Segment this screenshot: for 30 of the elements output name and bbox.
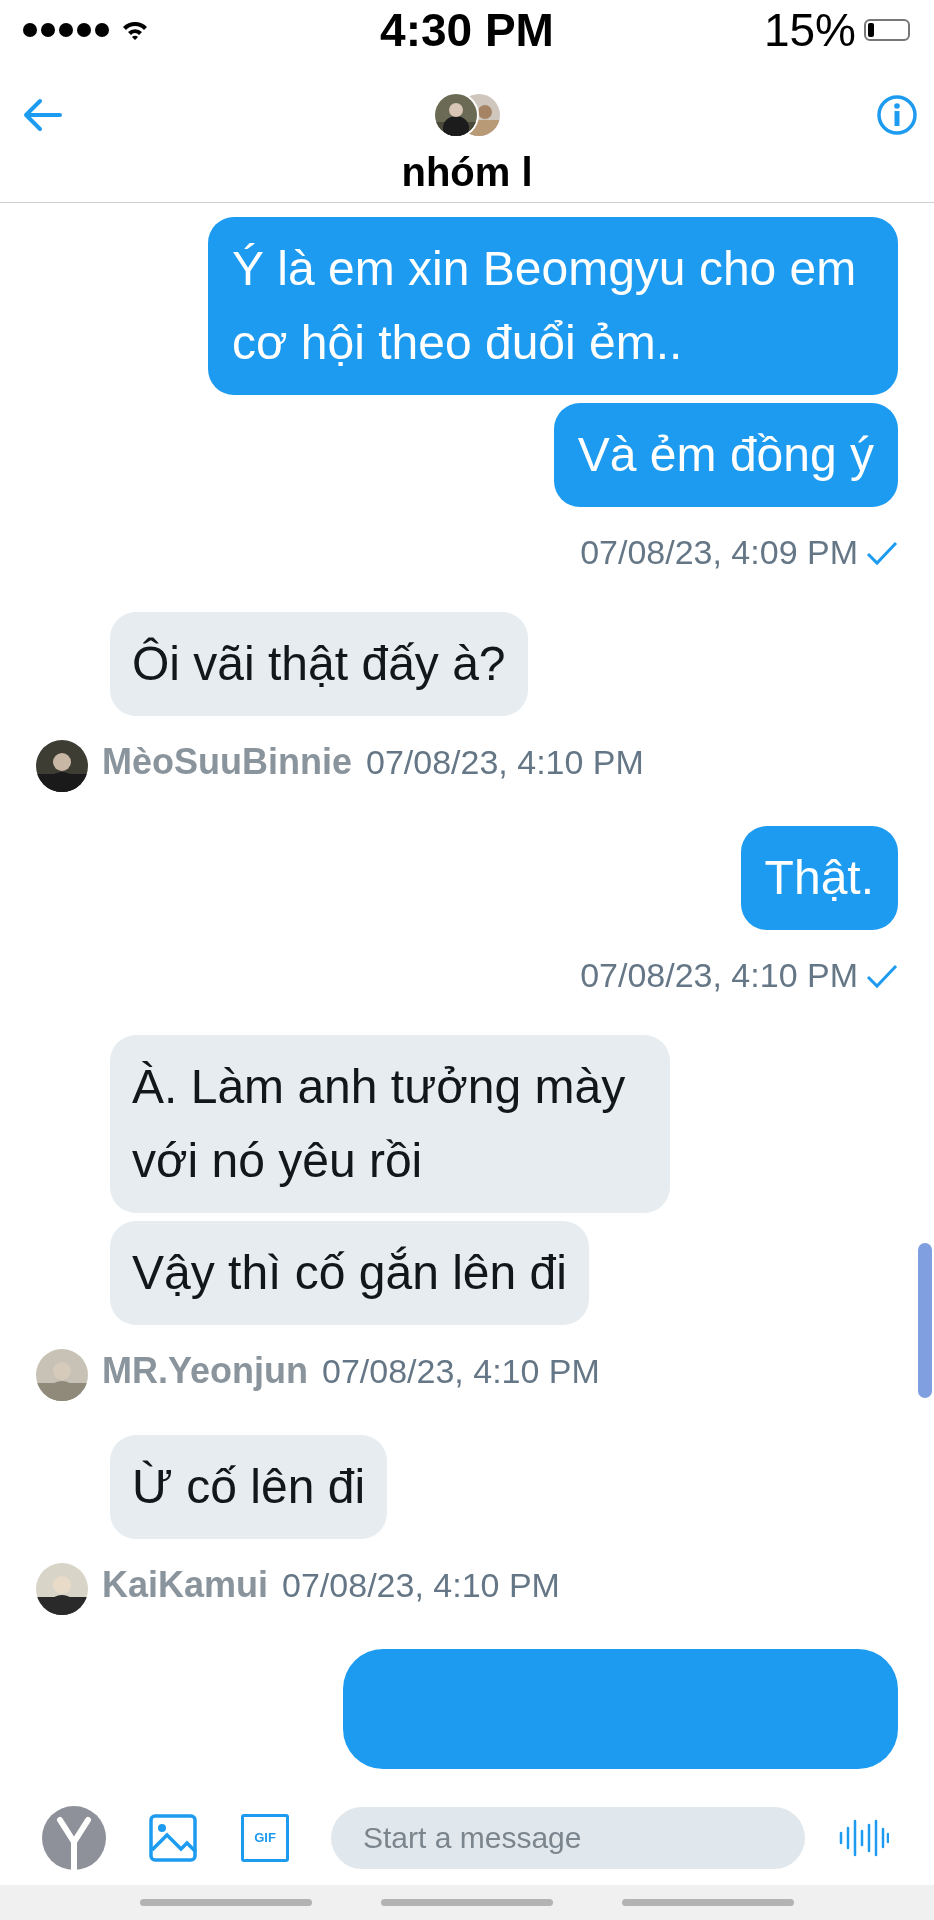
battery-percent: 15% [763, 2, 856, 58]
scrollbar[interactable] [918, 1243, 932, 1398]
status-time: 4:30 PM [380, 2, 554, 58]
message-time: 07/08/23, 4:09 PM [580, 532, 858, 573]
sender-name: MèoSuuBinnie [102, 740, 352, 784]
voice-icon[interactable] [839, 1818, 889, 1857]
message-input[interactable]: Start a message [331, 1806, 805, 1869]
check-icon [866, 962, 898, 989]
image-icon[interactable] [149, 1813, 197, 1862]
conversation-title: nhóm l [401, 149, 533, 196]
message-bubble: Ừ cố lên đi [110, 1435, 388, 1539]
gif-button[interactable]: GIF [241, 1813, 289, 1862]
message-bubble: Ý là em xin Beomgyu cho em cơ hội theo đuổi ẻm.. [208, 217, 898, 395]
message-bubble: Vậy thì cố gắn lên đi [110, 1221, 589, 1325]
message-time: 07/08/23, 4:10 PM [366, 742, 644, 783]
wifi-icon [122, 20, 148, 40]
message-bubble: Và ẻm đồng ý [553, 403, 898, 507]
back-icon[interactable] [22, 98, 62, 132]
info-icon[interactable] [876, 94, 918, 136]
profile-avatar-icon[interactable] [42, 1805, 106, 1870]
battery-icon [864, 18, 912, 42]
message-bubble: Ôi vãi thật đấy à? [110, 612, 528, 716]
check-icon [866, 539, 898, 566]
message-bubble: Thật. [740, 826, 898, 930]
sender-name: KaiKamui [102, 1563, 269, 1607]
message-time: 07/08/23, 4:10 PM [322, 1351, 600, 1392]
message-time: 07/08/23, 4:10 PM [282, 1565, 560, 1606]
sender-name: MR.Yeonjun [102, 1349, 308, 1393]
message-bubble: À. Làm anh tưởng mày với nó yêu rồi [110, 1035, 670, 1213]
message-time: 07/08/23, 4:10 PM [580, 955, 858, 996]
